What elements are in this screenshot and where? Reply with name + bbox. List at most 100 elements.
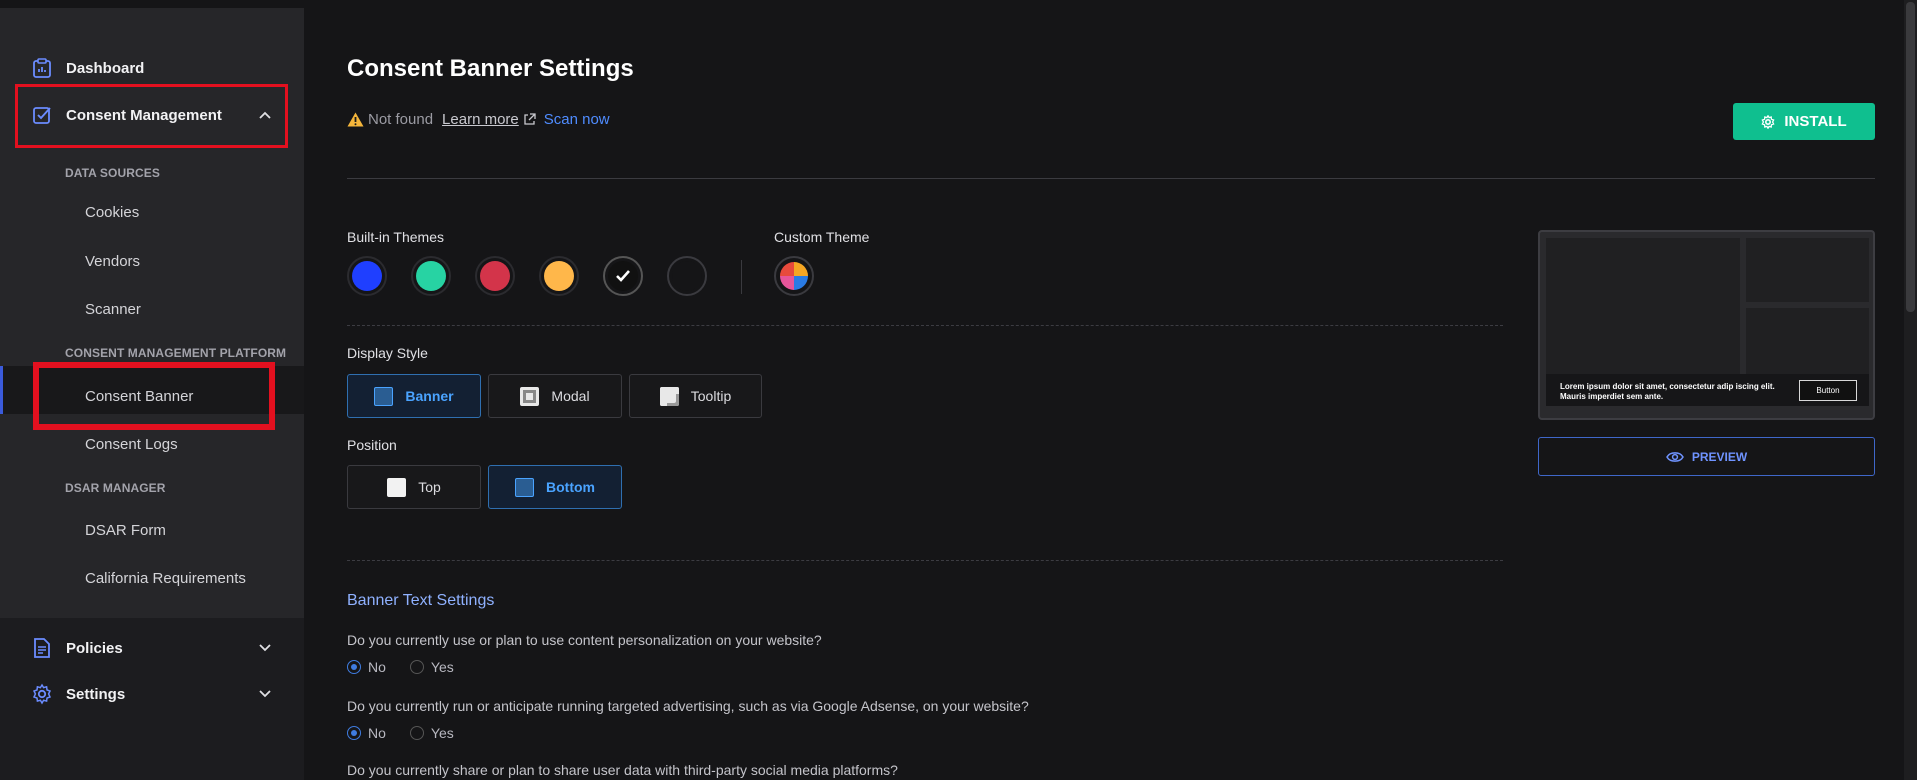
radio-option-yes[interactable]: Yes <box>409 725 454 741</box>
theme-swatch-dark-fill <box>672 261 702 291</box>
theme-swatch-green-fill <box>416 261 446 291</box>
theme-swatch-black-selected[interactable] <box>603 256 643 296</box>
chevron-down-icon[interactable] <box>258 687 272 701</box>
theme-swatch-dark[interactable] <box>667 256 707 296</box>
display-style-banner-label: Banner <box>405 388 454 404</box>
radio-option-yes[interactable]: Yes <box>409 659 454 675</box>
sidebar-item-consent-banner[interactable]: Consent Banner <box>85 388 193 405</box>
section-data-sources: DATA SOURCES <box>65 166 160 180</box>
radio-option-no[interactable]: No <box>347 725 386 741</box>
theme-swatch-green[interactable] <box>411 256 451 296</box>
nav-settings-label: Settings <box>66 685 126 703</box>
radio-yes[interactable] <box>409 660 424 674</box>
display-style-modal[interactable]: Modal <box>488 374 622 418</box>
checkmark-icon <box>616 270 630 282</box>
nav-dashboard-label: Dashboard <box>66 59 145 77</box>
install-button-label: INSTALL <box>1784 113 1847 130</box>
policies-icon <box>30 636 54 660</box>
gear-icon <box>1761 114 1775 129</box>
display-style-tooltip[interactable]: Tooltip <box>629 374 762 418</box>
question-social-sharing: Do you currently share or plan to share … <box>347 762 898 778</box>
question-advertising: Do you currently run or anticipate runni… <box>347 698 1029 714</box>
dashed-divider <box>347 560 1503 561</box>
banner-preview: Lorem ipsum dolor sit amet, consectetur … <box>1538 230 1875 420</box>
tooltip-style-icon <box>659 386 679 406</box>
theme-swatch-orange[interactable] <box>539 256 579 296</box>
radio-no-label: No <box>368 725 386 741</box>
custom-theme-label: Custom Theme <box>774 229 870 245</box>
sidebar-item-scanner[interactable]: Scanner <box>85 301 141 318</box>
chevron-down-icon[interactable] <box>258 641 272 655</box>
preview-banner: Lorem ipsum dolor sit amet, consectetur … <box>1546 374 1869 406</box>
radio-no[interactable] <box>347 660 361 674</box>
banner-style-icon <box>374 386 394 406</box>
main-content: Consent Banner Settings Not found Learn … <box>304 0 1917 780</box>
nav-dashboard[interactable]: Dashboard <box>30 56 144 80</box>
question-personalization: Do you currently use or plan to use cont… <box>347 632 822 648</box>
position-bottom-icon <box>515 477 534 497</box>
preview-banner-text: Lorem ipsum dolor sit amet, consectetur … <box>1560 382 1775 401</box>
banner-text-settings-title: Banner Text Settings <box>347 592 495 609</box>
external-link-icon[interactable] <box>523 113 536 126</box>
position-label: Position <box>347 437 397 453</box>
radio-yes[interactable] <box>409 726 424 740</box>
warning-icon <box>347 112 364 127</box>
sidebar-item-california[interactable]: California Requirements <box>85 570 246 587</box>
scrollbar-thumb[interactable] <box>1906 2 1915 312</box>
radio-option-no[interactable]: No <box>347 659 386 675</box>
divider <box>347 178 1875 179</box>
status-not-found: Not found <box>368 111 434 128</box>
eye-icon <box>1665 451 1684 462</box>
preview-banner-button: Button <box>1799 380 1857 401</box>
radio-group-personalization: No Yes <box>347 659 478 675</box>
dashboard-icon <box>30 56 54 80</box>
app-root: Dashboard Consent Management DATA SOURCE… <box>0 0 1917 780</box>
theme-swatch-blue[interactable] <box>347 256 387 296</box>
sidebar: Dashboard Consent Management DATA SOURCE… <box>0 8 304 780</box>
sidebar-item-consent-logs[interactable]: Consent Logs <box>85 436 178 453</box>
position-bottom-label: Bottom <box>546 479 595 495</box>
install-button[interactable]: INSTALL <box>1733 103 1875 140</box>
sidebar-item-dsar-form[interactable]: DSAR Form <box>85 522 166 539</box>
theme-swatch-orange-fill <box>544 261 574 291</box>
display-style-modal-label: Modal <box>551 388 590 404</box>
radio-yes-label: Yes <box>430 725 454 741</box>
preview-placeholder-block <box>1546 238 1740 374</box>
sidebar-item-vendors[interactable]: Vendors <box>85 253 140 270</box>
custom-theme-swatch[interactable] <box>774 256 814 296</box>
chevron-up-icon[interactable] <box>258 108 272 122</box>
radio-group-advertising: No Yes <box>347 725 478 741</box>
position-top-icon <box>387 477 407 497</box>
scrollbar-track[interactable] <box>1904 0 1917 780</box>
sidebar-item-cookies[interactable]: Cookies <box>85 204 139 221</box>
nav-consent-management-label: Consent Management <box>66 106 222 124</box>
display-style-tooltip-label: Tooltip <box>690 388 732 404</box>
display-style-banner[interactable]: Banner <box>347 374 481 418</box>
position-bottom[interactable]: Bottom <box>488 465 622 509</box>
learn-more-link[interactable]: Learn more <box>442 111 519 128</box>
scan-now-link[interactable]: Scan now <box>544 111 610 128</box>
builtin-themes-label: Built-in Themes <box>347 229 445 245</box>
nav-policies[interactable]: Policies <box>30 636 123 660</box>
section-dsar: DSAR MANAGER <box>65 481 166 495</box>
preview-button-label: PREVIEW <box>1691 449 1748 464</box>
theme-swatch-black-fill <box>608 261 638 291</box>
gear-icon <box>30 682 54 706</box>
display-style-label: Display Style <box>347 345 428 361</box>
themes-separator <box>741 260 742 294</box>
page-title: Consent Banner Settings <box>347 55 634 82</box>
modal-style-icon <box>520 386 540 406</box>
dashed-divider <box>347 325 1503 326</box>
nav-consent-management[interactable]: Consent Management <box>30 103 280 127</box>
preview-placeholder-block <box>1746 308 1869 374</box>
theme-swatch-blue-fill <box>352 261 382 291</box>
radio-no-label: No <box>368 659 386 675</box>
consent-check-icon <box>30 103 54 127</box>
sidebar-lower: Policies Settings <box>0 618 304 780</box>
radio-no[interactable] <box>347 726 361 740</box>
theme-swatch-red[interactable] <box>475 256 515 296</box>
preview-button[interactable]: PREVIEW <box>1538 437 1875 476</box>
nav-settings[interactable]: Settings <box>30 682 125 706</box>
position-top[interactable]: Top <box>347 465 481 509</box>
section-cmp: CONSENT MANAGEMENT PLATFORM <box>65 346 287 360</box>
